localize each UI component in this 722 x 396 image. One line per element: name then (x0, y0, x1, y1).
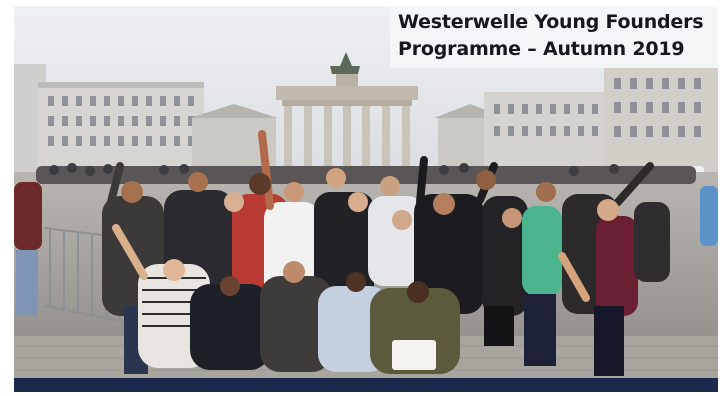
post-card: Westerwelle Young Founders Programme – A… (14, 6, 718, 392)
banner-title-line-1: Westerwelle Young Founders (398, 11, 704, 33)
bottom-band (14, 378, 718, 392)
banner-title-line-2: Programme – Autumn 2019 (398, 38, 685, 60)
title-box: Westerwelle Young Founders Programme – A… (390, 6, 718, 68)
background-crowd (36, 163, 696, 184)
